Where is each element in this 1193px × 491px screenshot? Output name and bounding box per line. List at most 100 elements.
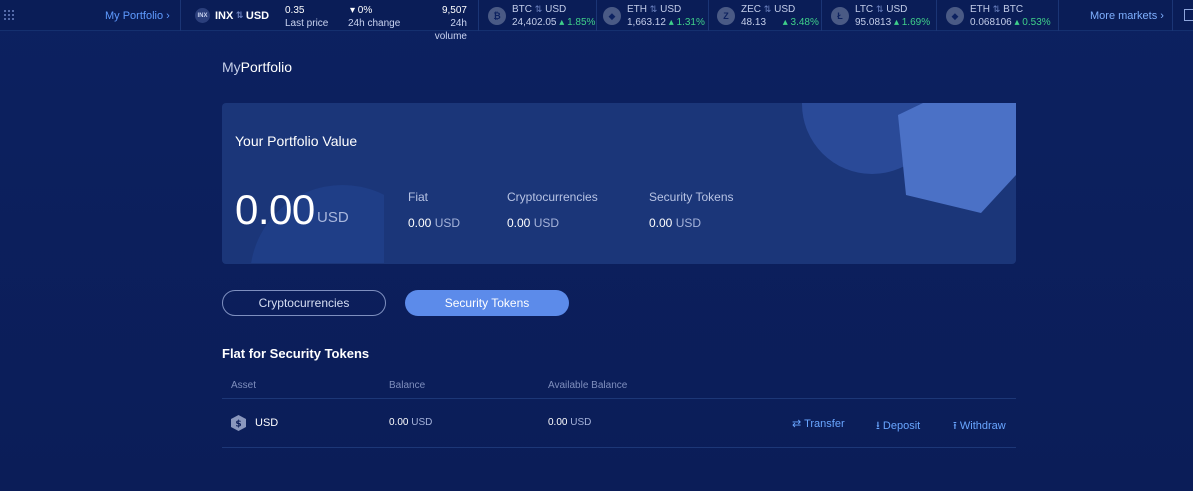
column-header-available-balance: Available Balance	[548, 380, 628, 391]
tab-cryptocurrencies[interactable]: Cryptocurrencies	[222, 290, 386, 316]
page-title-prefix: My	[222, 59, 241, 75]
table-cell-asset: USD	[255, 417, 279, 429]
fiat-label: Fiat	[408, 190, 429, 204]
fiat-amount: 0.00	[408, 216, 432, 230]
market-ticker-bar: My Portfolio › INX INX ⇅ USD 0.35 Last p…	[0, 0, 1193, 42]
decorative-shape	[898, 103, 1016, 213]
pair-quote: USD	[245, 9, 270, 22]
divider	[708, 0, 709, 31]
ticker-change: ▴ 1.31%	[668, 17, 705, 28]
fiat-unit: USD	[434, 216, 461, 230]
panel-toggle-icon[interactable]	[1184, 9, 1193, 21]
ticker-price: 1,663.12	[627, 17, 666, 28]
more-markets-link[interactable]: More markets ›	[1090, 10, 1164, 22]
page-title: MyPortfolio	[222, 59, 292, 75]
security-tokens-label: Security Tokens	[649, 190, 734, 204]
change-24h-value: ▾ 0%	[350, 5, 373, 16]
last-price-label: Last price	[285, 18, 329, 29]
transfer-button[interactable]: ⇄ Transfer	[792, 417, 845, 430]
change-24h-label: 24h change	[348, 18, 401, 29]
litecoin-icon: Ł	[831, 7, 849, 25]
ticker-base: BTC	[512, 4, 532, 15]
ticker-base: ZEC	[741, 4, 761, 15]
ticker-price: 24,402.05	[512, 17, 557, 28]
divider	[478, 0, 479, 31]
change-24h-stat: ▾ 0% 24h change	[348, 4, 400, 30]
volume-24h-stat: 9,507 24h volume	[418, 4, 467, 43]
swap-icon: ⇅	[875, 4, 884, 14]
last-price-value: 0.35	[285, 5, 305, 16]
current-pair-selector[interactable]: INX INX ⇅ USD	[195, 8, 269, 23]
table-cell-available-balance: 0.00 USD	[548, 417, 591, 428]
volume-24h-label: 24h volume	[434, 18, 467, 42]
divider	[1058, 0, 1059, 31]
ticker-eth-btc[interactable]: ◆ ETH ⇅ BTC 0.068106 ▴ 0.53%	[946, 3, 1051, 29]
ticker-eth-usd[interactable]: ◆ ETH ⇅ USD 1,663.12 ▴ 1.31%	[603, 3, 705, 29]
table-cell-balance: 0.00 USD	[389, 417, 432, 428]
fiat-value: 0.00 USD	[408, 216, 460, 230]
divider	[180, 0, 181, 31]
swap-icon: ⇅	[763, 4, 772, 14]
ethereum-icon: ◆	[603, 7, 621, 25]
swap-icon: ⇅	[649, 4, 658, 14]
crypto-label: Cryptocurrencies	[507, 190, 598, 204]
inx-logo-icon: INX	[195, 8, 210, 23]
portfolio-total-unit: USD	[317, 209, 349, 226]
tab-security-tokens[interactable]: Security Tokens	[405, 290, 569, 316]
ticker-base: LTC	[855, 4, 874, 15]
ticker-quote: USD	[545, 4, 567, 15]
table-divider	[222, 398, 1016, 399]
crypto-value: 0.00 USD	[507, 216, 559, 230]
ticker-btc-usd[interactable]: ₿ BTC ⇅ USD 24,402.05 ▴ 1.85%	[488, 3, 595, 29]
ticker-change: ▴ 1.85%	[559, 17, 596, 28]
ticker-price: 0.068106	[970, 17, 1012, 28]
usd-coin-icon: $	[231, 415, 246, 431]
ticker-quote: USD	[886, 4, 908, 15]
crypto-amount: 0.00	[507, 216, 531, 230]
ethereum-icon: ◆	[946, 7, 964, 25]
available-amount: 0.00	[548, 417, 568, 428]
svg-text:$: $	[235, 420, 241, 430]
balance-unit: USD	[411, 417, 433, 428]
ticker-quote: USD	[774, 4, 796, 15]
swap-icon: ⇅	[992, 4, 1001, 14]
ticker-base: ETH	[627, 4, 647, 15]
portfolio-total-value: 0.00	[235, 186, 315, 233]
column-header-asset: Asset	[231, 380, 257, 391]
balance-amount: 0.00	[389, 417, 409, 428]
withdraw-button[interactable]: ⭱ Withdraw	[953, 417, 1006, 436]
divider	[1172, 0, 1173, 31]
pair-base: INX	[215, 9, 234, 22]
security-tokens-value: 0.00 USD	[649, 216, 701, 230]
ticker-ltc-usd[interactable]: Ł LTC ⇅ USD 95.0813 ▴ 1.69%	[831, 3, 930, 29]
divider	[821, 0, 822, 31]
apps-grid-icon[interactable]	[4, 10, 16, 22]
available-unit: USD	[570, 417, 592, 428]
ticker-quote: USD	[660, 4, 682, 15]
bitcoin-icon: ₿	[488, 7, 506, 25]
section-title: Flat for Security Tokens	[222, 346, 370, 361]
swap-icon: ⇅	[233, 10, 246, 20]
security-tokens-unit: USD	[675, 216, 702, 230]
ticker-price: 95.0813	[855, 17, 892, 28]
portfolio-card-title: Your Portfolio Value	[235, 133, 358, 149]
security-tokens-amount: 0.00	[649, 216, 673, 230]
zcash-icon: Z	[717, 7, 735, 25]
crypto-unit: USD	[533, 216, 560, 230]
ticker-change: ▴ 3.48%	[782, 17, 819, 28]
last-price-stat: 0.35 Last price	[285, 4, 328, 30]
swap-icon: ⇅	[534, 4, 543, 14]
ticker-zec-usd[interactable]: Z ZEC ⇅ USD 48.13 ▴ 3.48%	[717, 3, 819, 29]
ticker-quote: BTC	[1003, 4, 1024, 15]
ticker-change: ▴ 1.69%	[893, 17, 931, 28]
page-title-main: Portfolio	[240, 59, 293, 75]
column-header-balance: Balance	[389, 380, 426, 391]
volume-24h-value: 9,507	[441, 5, 467, 16]
deposit-button[interactable]: ⭳ Deposit	[876, 417, 920, 436]
table-divider	[222, 447, 1016, 448]
divider	[596, 0, 597, 31]
ticker-change: ▴ 0.53%	[1014, 17, 1051, 28]
divider	[936, 0, 937, 31]
my-portfolio-link[interactable]: My Portfolio ›	[105, 10, 170, 22]
ticker-base: ETH	[970, 4, 990, 15]
